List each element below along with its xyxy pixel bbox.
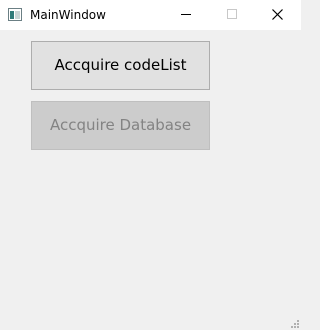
- minimize-icon: [181, 14, 191, 15]
- main-window: MainWindow Accquire codeList Accquire Da…: [0, 0, 301, 330]
- acquire-database-button: Accquire Database: [31, 101, 210, 150]
- title-bar[interactable]: MainWindow: [0, 0, 301, 30]
- minimize-button[interactable]: [163, 0, 209, 30]
- maximize-button: [209, 0, 255, 30]
- acquire-codelist-button[interactable]: Accquire codeList: [31, 41, 210, 90]
- close-button[interactable]: [255, 0, 301, 30]
- size-grip-icon[interactable]: [290, 319, 300, 329]
- window-title: MainWindow: [30, 8, 106, 22]
- app-icon: [8, 8, 22, 21]
- close-icon: [272, 9, 283, 20]
- maximize-icon: [227, 9, 237, 19]
